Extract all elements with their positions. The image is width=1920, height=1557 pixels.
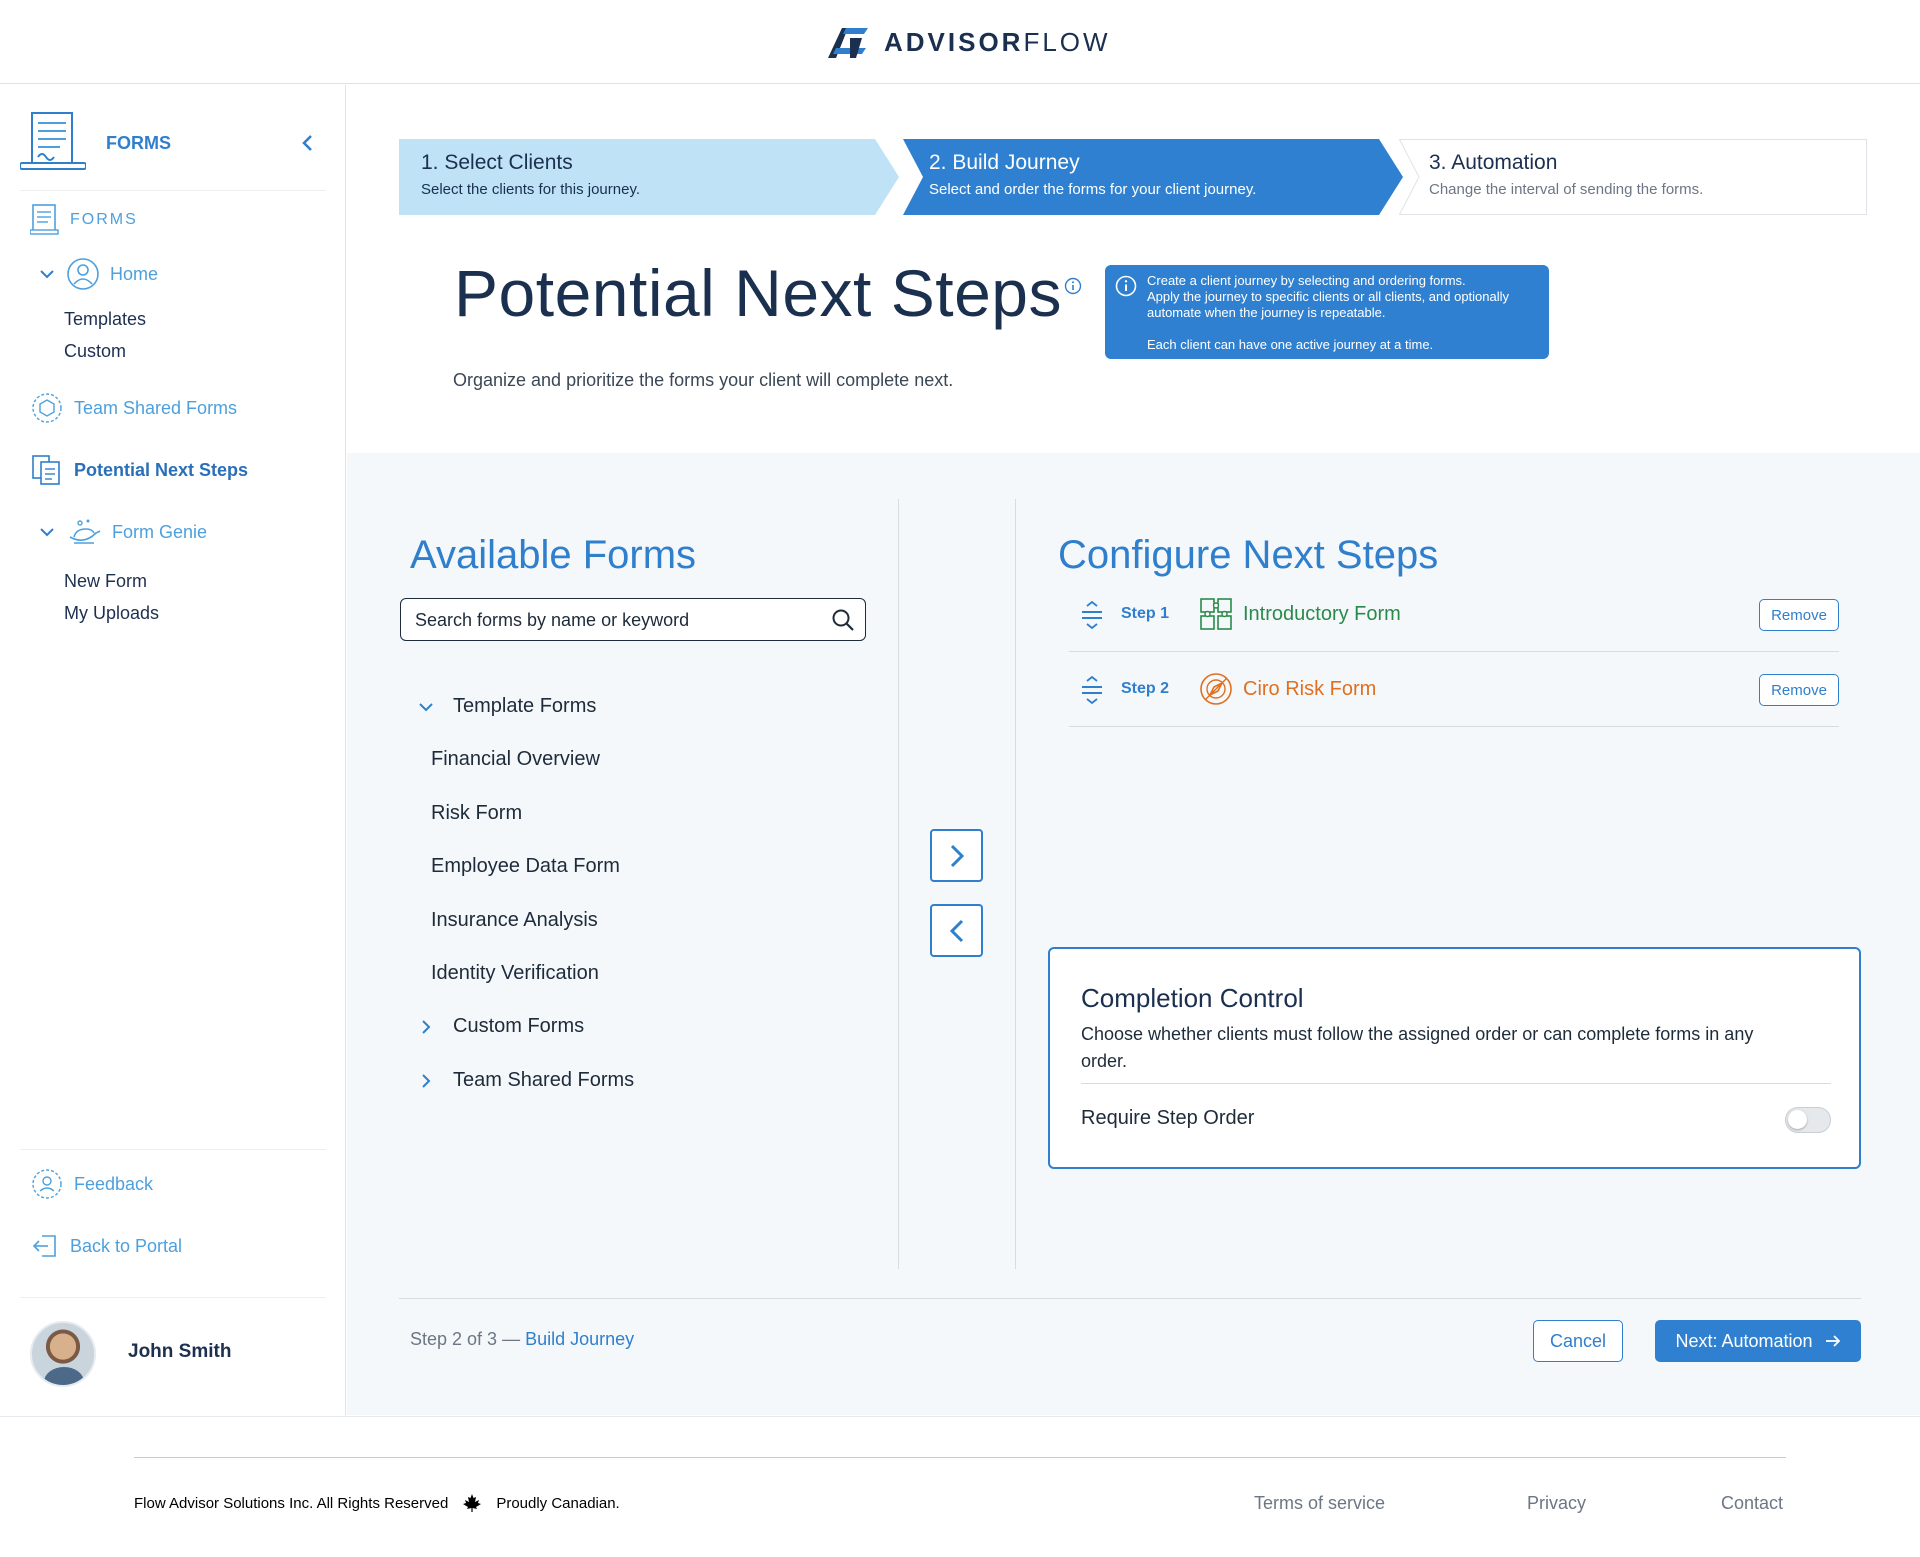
app-logo[interactable]: ADVISORFLOW <box>826 24 1111 60</box>
drag-handle-icon[interactable] <box>1081 601 1103 629</box>
step-build-journey[interactable]: 2. Build Journey Select and order the fo… <box>903 139 1403 215</box>
chevron-left-icon <box>949 919 964 943</box>
form-item-risk-form[interactable]: Risk Form <box>431 802 522 825</box>
compass-icon <box>1200 673 1232 705</box>
sidebar-item-templates[interactable]: Templates <box>64 309 146 330</box>
tree-group-team-shared-forms[interactable]: Team Shared Forms <box>415 1069 634 1092</box>
divider <box>1081 1083 1831 1084</box>
chevron-right-icon[interactable] <box>415 1016 437 1038</box>
chevron-down-icon[interactable] <box>38 265 56 283</box>
sidebar-item-my-uploads[interactable]: My Uploads <box>64 603 159 624</box>
footer-link-terms[interactable]: Terms of service <box>1254 1493 1385 1514</box>
form-item-identity-verification[interactable]: Identity Verification <box>431 962 599 985</box>
progress-indicator: Step 2 of 3 — Build Journey <box>410 1329 635 1349</box>
sidebar-header: FORMS <box>20 111 326 191</box>
require-step-order-toggle[interactable] <box>1785 1107 1831 1133</box>
remove-step-button[interactable]: Remove <box>1759 674 1839 706</box>
search-input[interactable] <box>415 608 815 632</box>
panel-divider <box>898 499 899 1269</box>
sidebar-item-form-genie[interactable]: Form Genie <box>38 517 207 547</box>
page-subtitle: Organize and prioritize the forms your c… <box>453 370 954 390</box>
logo-text: ADVISORFLOW <box>884 26 1111 57</box>
sidebar-item-back-to-portal[interactable]: Back to Portal <box>30 1231 182 1261</box>
page-title: Potential Next Steps <box>454 256 1062 330</box>
footer-copyright: Flow Advisor Solutions Inc. All Rights R… <box>134 1494 620 1512</box>
completion-control-title: Completion Control <box>1081 983 1304 1013</box>
puzzle-icon <box>1200 598 1232 630</box>
step-automation[interactable]: 3. Automation Change the interval of sen… <box>1399 139 1867 215</box>
tree-group-template-forms[interactable]: Template Forms <box>415 695 596 718</box>
team-share-icon <box>32 393 62 423</box>
sidebar-item-home[interactable]: Home <box>38 257 158 291</box>
sidebar-item-custom[interactable]: Custom <box>64 341 126 362</box>
sidebar: FORMS FORMS Home Templates Custom Team S… <box>0 85 346 1415</box>
chevron-down-icon[interactable] <box>38 523 56 541</box>
user-name: John Smith <box>128 1341 232 1362</box>
form-item-financial-overview[interactable]: Financial Overview <box>431 748 600 771</box>
form-item-insurance-analysis[interactable]: Insurance Analysis <box>431 909 598 932</box>
sidebar-section-forms: FORMS <box>30 203 138 237</box>
info-icon[interactable] <box>1064 277 1082 295</box>
info-icon <box>1115 275 1137 297</box>
panel-divider <box>1015 499 1016 1269</box>
sidebar-divider <box>20 1149 326 1150</box>
next-step-row[interactable]: Step 1 Introductory Form Remove <box>1069 577 1839 652</box>
sidebar-title: FORMS <box>106 133 171 153</box>
collapse-sidebar-icon[interactable] <box>296 131 320 155</box>
main-area: 1. Select Clients Select the clients for… <box>347 85 1920 1415</box>
add-to-steps-button[interactable] <box>930 829 983 882</box>
completion-control-card: Completion Control Choose whether client… <box>1048 947 1861 1169</box>
sidebar-item-potential-next-steps[interactable]: Potential Next Steps <box>30 453 248 487</box>
drag-handle-icon[interactable] <box>1081 676 1103 704</box>
form-item-employee-data-form[interactable]: Employee Data Form <box>431 855 620 878</box>
sidebar-item-feedback[interactable]: Feedback <box>30 1167 153 1201</box>
search-box <box>400 598 866 641</box>
completion-control-description: Choose whether clients must follow the a… <box>1081 1024 1754 1071</box>
top-bar: ADVISORFLOW <box>0 0 1920 84</box>
user-avatar[interactable] <box>30 1321 96 1387</box>
remove-step-button[interactable]: Remove <box>1759 599 1839 631</box>
page-footer: Flow Advisor Solutions Inc. All Rights R… <box>0 1416 1920 1557</box>
advisorflow-logo-icon <box>828 28 868 58</box>
forms-document-icon <box>20 112 86 170</box>
chevron-down-icon[interactable] <box>415 696 437 718</box>
sidebar-item-team-shared-forms[interactable]: Team Shared Forms <box>30 391 237 425</box>
chevron-right-icon[interactable] <box>415 1070 437 1092</box>
user-circle-icon <box>67 258 99 290</box>
configure-next-steps-title: Configure Next Steps <box>1058 533 1439 577</box>
tree-group-custom-forms[interactable]: Custom Forms <box>415 1015 584 1038</box>
require-step-order-label: Require Step Order <box>1081 1107 1255 1129</box>
search-icon[interactable] <box>831 608 855 632</box>
sidebar-item-new-form[interactable]: New Form <box>64 571 147 592</box>
next-step-row[interactable]: Step 2 Ciro Risk Form Remove <box>1069 652 1839 727</box>
step-select-clients[interactable]: 1. Select Clients Select the clients for… <box>399 139 899 215</box>
genie-lamp-icon <box>69 519 101 544</box>
logout-icon <box>32 1235 56 1257</box>
arrow-right-icon <box>1825 1335 1840 1347</box>
journey-builder: Available Forms Template Forms Financial… <box>347 453 1920 1415</box>
sidebar-divider <box>20 1297 326 1298</box>
footer-divider <box>399 1298 1861 1299</box>
chevron-right-icon <box>950 844 965 868</box>
next-automation-button[interactable]: Next: Automation <box>1655 1320 1861 1362</box>
footer-link-contact[interactable]: Contact <box>1721 1493 1783 1514</box>
journey-stepper: 1. Select Clients Select the clients for… <box>399 139 1867 215</box>
available-forms-title: Available Forms <box>410 533 697 577</box>
footer-link-privacy[interactable]: Privacy <box>1527 1493 1586 1514</box>
feedback-icon <box>32 1169 62 1199</box>
documents-icon <box>32 455 60 485</box>
info-tooltip: Create a client journey by selecting and… <box>1105 265 1549 359</box>
cancel-button[interactable]: Cancel <box>1533 1320 1623 1362</box>
footer-divider <box>134 1457 1786 1458</box>
forms-icon <box>30 204 59 235</box>
remove-from-steps-button[interactable] <box>930 904 983 957</box>
maple-leaf-icon <box>463 1494 482 1512</box>
toggle-knob <box>1788 1110 1807 1129</box>
